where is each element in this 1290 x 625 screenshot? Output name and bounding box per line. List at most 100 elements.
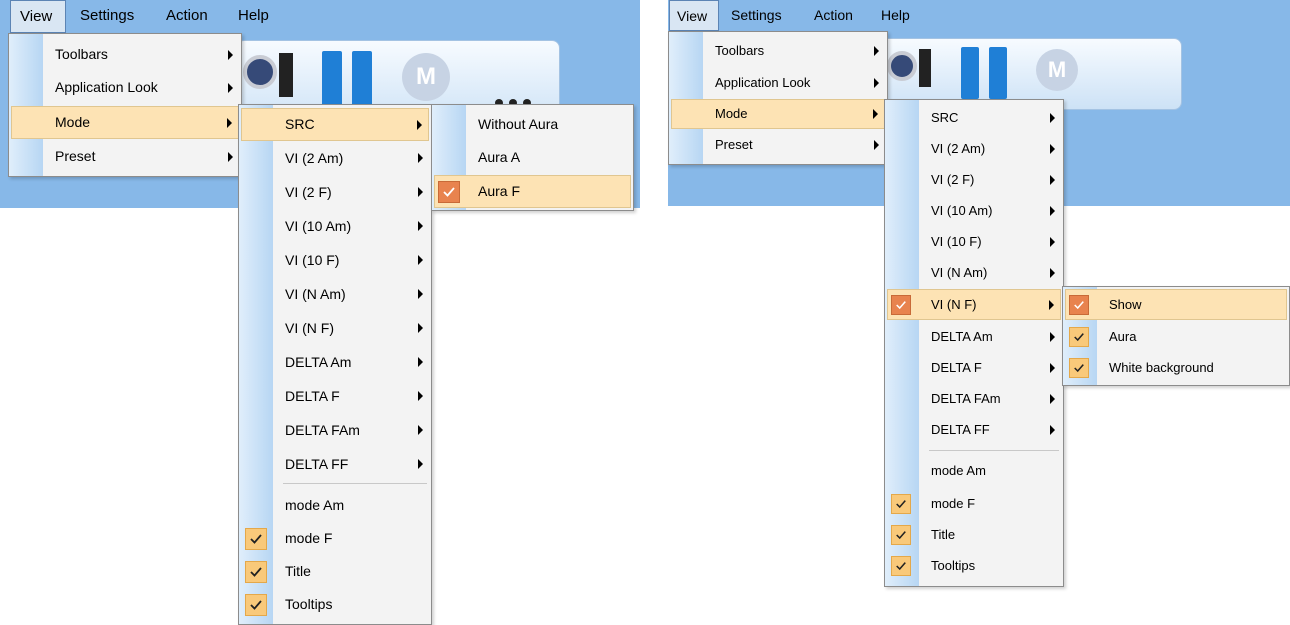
mode-item-src[interactable]: SRC <box>241 108 429 141</box>
mode-item-title[interactable]: Title <box>887 519 1061 550</box>
item-label: Tooltips <box>931 558 976 573</box>
bar-icon[interactable] <box>989 47 1007 99</box>
item-label: VI (N Am) <box>285 286 346 302</box>
mode-item-title[interactable]: Title <box>241 555 429 588</box>
m-play-icon[interactable]: M <box>1036 49 1078 91</box>
mode-item-vi-n-f[interactable]: VI (N F) <box>887 289 1061 320</box>
vinf-item-aura[interactable]: Aura <box>1065 321 1287 352</box>
mode-item-tooltips[interactable]: Tooltips <box>887 550 1061 581</box>
menu-settings[interactable]: Settings <box>80 0 134 33</box>
item-label: DELTA FAm <box>285 422 360 438</box>
src-submenu: Without Aura Aura A Aura F <box>431 104 634 211</box>
mode-submenu: SRC VI (2 Am) VI (2 F) VI (10 Am) VI (10… <box>884 99 1064 587</box>
mode-item-vi-10-am[interactable]: VI (10 Am) <box>887 195 1061 226</box>
menu-action[interactable]: Action <box>814 0 853 31</box>
mode-item-mode-am[interactable]: mode Am <box>887 455 1061 486</box>
menu-view[interactable]: View <box>669 0 719 31</box>
vinf-item-white-background[interactable]: White background <box>1065 352 1287 383</box>
menu-item-application-look[interactable]: Application Look <box>11 71 239 104</box>
mode-item-vi-2-f[interactable]: VI (2 F) <box>241 175 429 209</box>
mode-item-delta-fam[interactable]: DELTA FAm <box>241 413 429 447</box>
item-label: VI (2 Am) <box>285 150 344 166</box>
bar-icon[interactable] <box>961 47 979 99</box>
menu-item-mode[interactable]: Mode <box>671 99 885 129</box>
item-label: White background <box>1109 360 1214 375</box>
bar-icon[interactable] <box>322 51 342 111</box>
menu-help[interactable]: Help <box>238 0 269 33</box>
menu-item-toolbars[interactable]: Toolbars <box>11 38 239 71</box>
item-label: mode Am <box>931 463 986 478</box>
src-item-aura-f[interactable]: Aura F <box>434 175 631 208</box>
item-label: DELTA Am <box>285 354 352 370</box>
bar-icon[interactable] <box>352 51 372 111</box>
mode-item-tooltips[interactable]: Tooltips <box>241 588 429 621</box>
item-label: Application Look <box>715 75 811 90</box>
film-icon[interactable] <box>279 53 293 97</box>
item-label: Title <box>285 563 311 579</box>
mode-item-mode-f[interactable]: mode F <box>887 488 1061 519</box>
mode-item-delta-am[interactable]: DELTA Am <box>887 321 1061 352</box>
submenu-arrow-icon <box>418 187 423 197</box>
mode-item-vi-n-am[interactable]: VI (N Am) <box>241 277 429 311</box>
mode-item-mode-am[interactable]: mode Am <box>241 489 429 522</box>
mode-item-delta-f[interactable]: DELTA F <box>241 379 429 413</box>
mode-item-src[interactable]: SRC <box>887 102 1061 133</box>
menu-item-preset[interactable]: Preset <box>11 140 239 173</box>
item-label: Without Aura <box>478 116 559 132</box>
item-label: VI (N Am) <box>931 265 988 280</box>
item-label: Aura <box>1109 329 1137 344</box>
menu-settings[interactable]: Settings <box>731 0 782 31</box>
menu-action[interactable]: Action <box>166 0 208 33</box>
mode-item-vi-10-am[interactable]: VI (10 Am) <box>241 209 429 243</box>
mode-item-vi-n-am[interactable]: VI (N Am) <box>887 257 1061 288</box>
view-menu: Toolbars Application Look Mode Preset <box>8 33 242 177</box>
mode-item-delta-am[interactable]: DELTA Am <box>241 345 429 379</box>
menu-help[interactable]: Help <box>881 0 910 31</box>
view-menu: Toolbars Application Look Mode Preset <box>668 31 888 165</box>
checkmark-icon <box>1069 326 1089 347</box>
menu-bar: View Settings Action Help <box>0 0 640 33</box>
joystick-icon[interactable] <box>243 55 277 89</box>
menu-item-toolbars[interactable]: Toolbars <box>671 36 885 66</box>
item-label: Application Look <box>55 79 158 95</box>
submenu-arrow-icon <box>228 151 233 162</box>
submenu-arrow-icon <box>1050 362 1055 373</box>
mode-item-vi-2-f[interactable]: VI (2 F) <box>887 164 1061 195</box>
submenu-arrow-icon <box>418 289 423 299</box>
menu-item-mode[interactable]: Mode <box>11 106 239 139</box>
src-item-without-aura[interactable]: Without Aura <box>434 108 631 141</box>
submenu-arrow-icon <box>418 459 423 469</box>
item-label: VI (10 Am) <box>931 203 993 218</box>
menu-separator <box>929 450 1059 451</box>
menu-view[interactable]: View <box>10 0 66 33</box>
item-label: VI (2 Am) <box>931 141 986 156</box>
mode-item-delta-ff[interactable]: DELTA FF <box>887 414 1061 445</box>
mode-item-delta-ff[interactable]: DELTA FF <box>241 447 429 481</box>
vinf-submenu: Show Aura White background <box>1062 286 1290 386</box>
joystick-icon[interactable] <box>887 51 917 81</box>
mode-item-vi-2-am[interactable]: VI (2 Am) <box>241 141 429 175</box>
checkmark-icon <box>1069 294 1089 315</box>
mode-item-vi-10-f[interactable]: VI (10 F) <box>887 226 1061 257</box>
menu-item-preset[interactable]: Preset <box>671 130 885 160</box>
mode-item-vi-n-f[interactable]: VI (N F) <box>241 311 429 345</box>
submenu-arrow-icon <box>1050 236 1055 247</box>
submenu-arrow-icon <box>1050 143 1055 154</box>
mode-item-vi-10-f[interactable]: VI (10 F) <box>241 243 429 277</box>
film-icon[interactable] <box>919 49 931 87</box>
submenu-arrow-icon <box>1049 299 1054 310</box>
submenu-arrow-icon <box>418 255 423 265</box>
submenu-arrow-icon <box>418 357 423 367</box>
m-play-icon[interactable]: M <box>402 53 450 101</box>
submenu-arrow-icon <box>1050 205 1055 216</box>
mode-item-vi-2-am[interactable]: VI (2 Am) <box>887 133 1061 164</box>
src-item-aura-a[interactable]: Aura A <box>434 141 631 174</box>
menu-item-application-look[interactable]: Application Look <box>671 68 885 98</box>
checkmark-icon <box>438 180 460 203</box>
submenu-arrow-icon <box>418 391 423 401</box>
mode-item-mode-f[interactable]: mode F <box>241 522 429 555</box>
mode-item-delta-f[interactable]: DELTA F <box>887 352 1061 383</box>
vinf-item-show[interactable]: Show <box>1065 289 1287 320</box>
item-label: DELTA F <box>931 360 982 375</box>
mode-item-delta-fam[interactable]: DELTA FAm <box>887 383 1061 414</box>
